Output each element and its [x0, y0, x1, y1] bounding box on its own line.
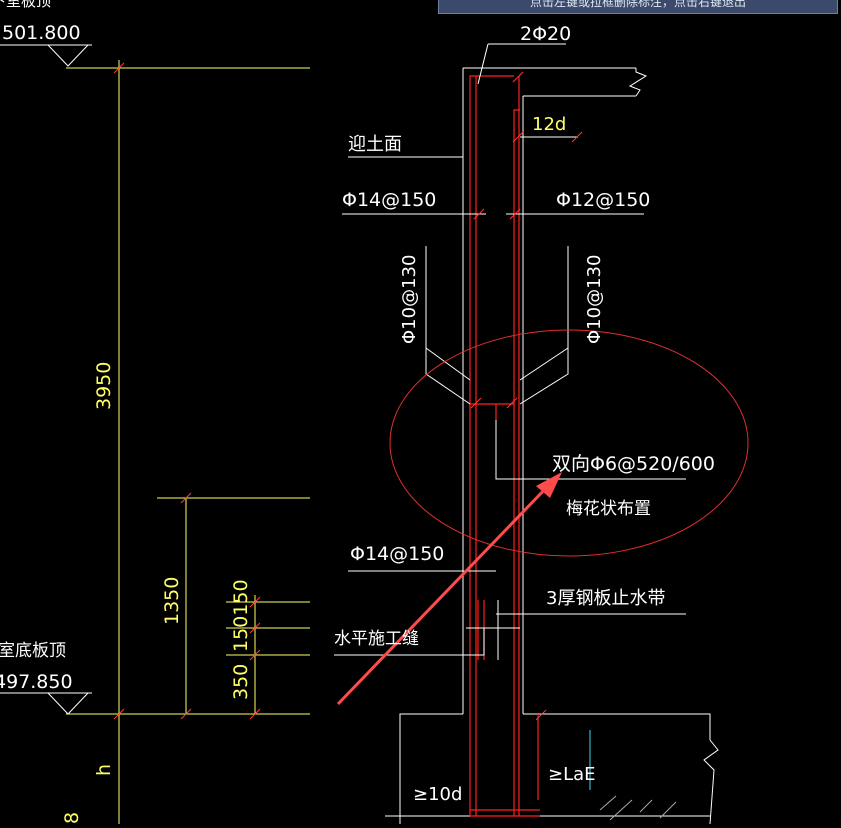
- dim-150150: 150150: [230, 579, 252, 652]
- cad-canvas[interactable]: 地下室板顶 501.800 室底板顶 497.850 3950 1350 150…: [0, 0, 841, 825]
- construction-joint-label: 水平施工缝: [334, 629, 419, 649]
- elevation-top-value: 501.800: [2, 22, 81, 44]
- rebar-lines: [469, 75, 540, 817]
- elevation-top-marker: [0, 44, 92, 67]
- waterstop-label: 3厚钢板止水带: [546, 588, 665, 609]
- dim-3950: 3950: [93, 362, 115, 410]
- status-hint-bar: 点击左键或拉框删除标注，点击右键退出: [438, 0, 838, 14]
- inner-vertical-label: Φ12@150: [556, 189, 650, 211]
- elevation-bottom-value: 497.850: [0, 671, 73, 693]
- leader-ticks: [470, 71, 583, 721]
- elevation-top-label: 地下室板顶: [0, 0, 51, 10]
- outer-lower-label: Φ14@150: [350, 543, 444, 565]
- elevation-bottom-label: 室底板顶: [0, 641, 66, 661]
- dim-lae: ≥LaE: [548, 764, 596, 785]
- haunch-lines: [425, 347, 569, 405]
- yellow-reference-lines: [66, 60, 310, 824]
- right-haunch-label: Φ10@130: [584, 255, 605, 344]
- drawing-svg[interactable]: 地下室板顶 501.800 室底板顶 497.850 3950 1350 150…: [0, 0, 841, 825]
- dim-350: 350: [230, 664, 252, 700]
- dim-bottom-partial: 8: [61, 812, 83, 824]
- wall-outline: [385, 67, 719, 825]
- highlight-ellipse: [389, 329, 749, 557]
- dim-h: h: [93, 764, 115, 776]
- top-bars-label: 2Φ20: [520, 23, 571, 45]
- dim-12d: 12d: [532, 114, 566, 135]
- annotation-arrow: [336, 472, 562, 706]
- dim-1350: 1350: [161, 577, 183, 625]
- tie-layout-label: 梅花状布置: [566, 499, 651, 519]
- dim-10d: ≥10d: [413, 784, 462, 805]
- soil-face-label: 迎土面: [348, 134, 402, 155]
- left-haunch-label: Φ10@130: [399, 255, 420, 344]
- tie-bars-label: 双向Φ6@520/600: [552, 453, 715, 475]
- outer-vertical-label: Φ14@150: [342, 189, 436, 211]
- elevation-bottom-marker: [0, 692, 92, 715]
